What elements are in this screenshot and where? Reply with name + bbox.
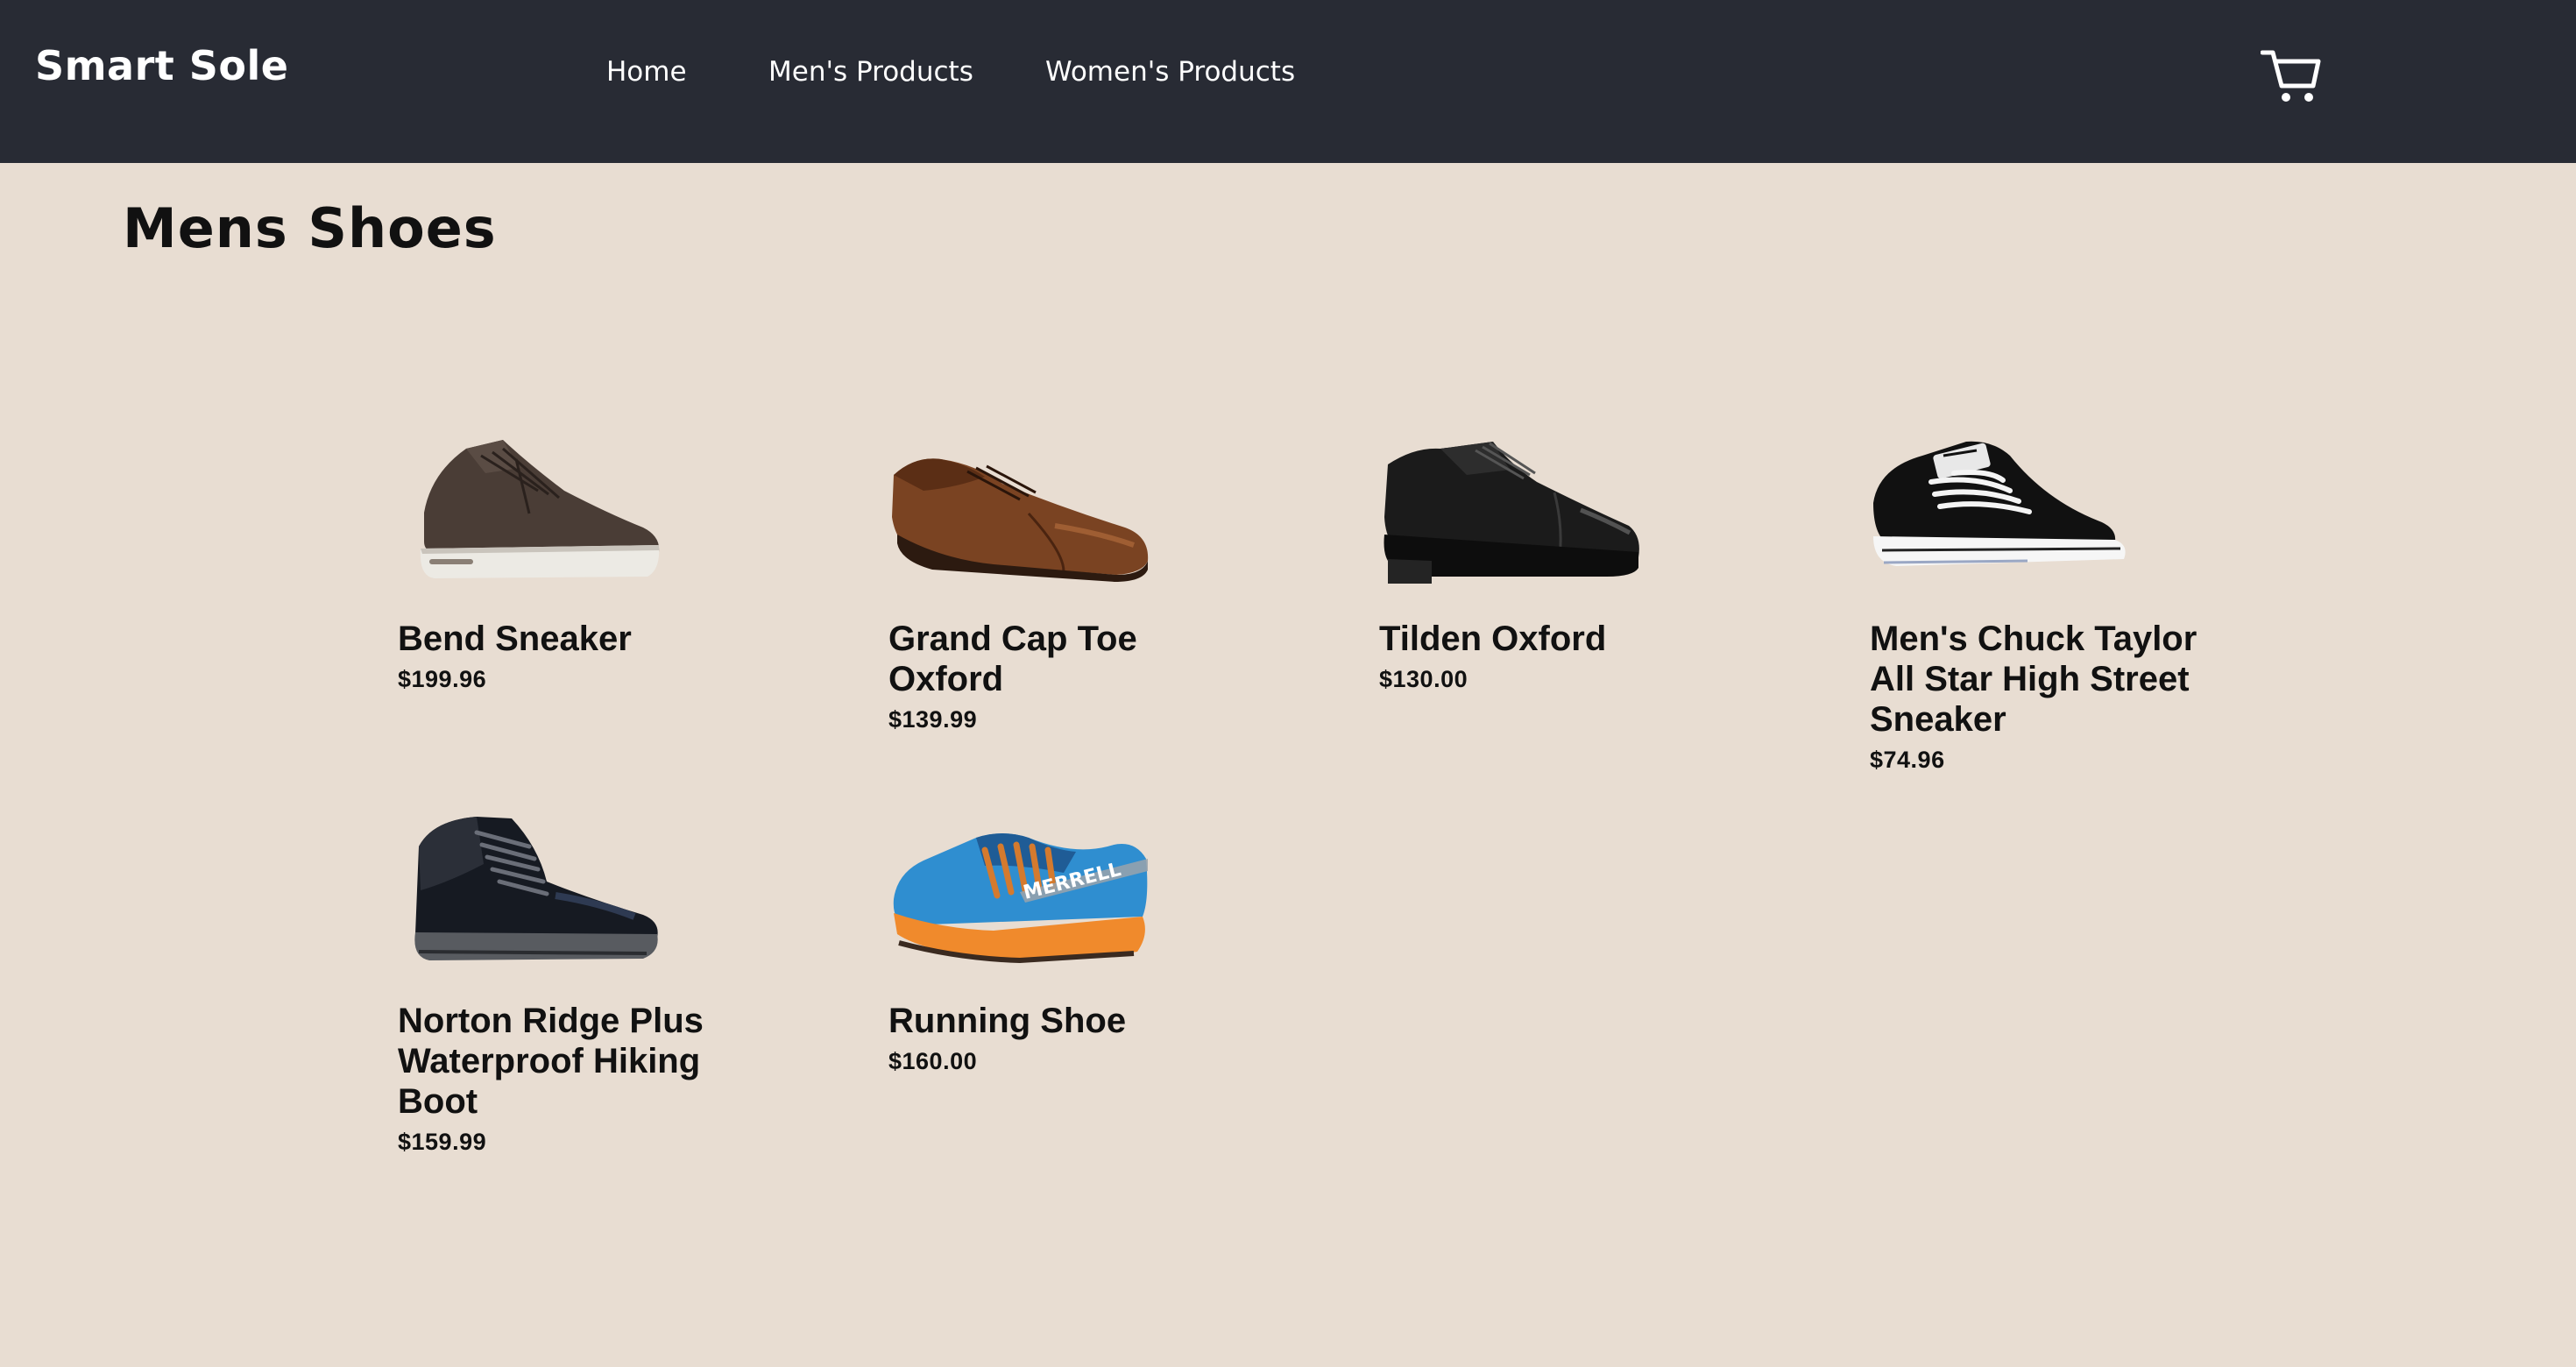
- product-price: $74.96: [1870, 747, 1945, 773]
- product-card[interactable]: MERRELL Running Shoe $160.00: [888, 811, 1239, 1075]
- page-title: Mens Shoes: [123, 196, 497, 260]
- nav-mens-products[interactable]: Men's Products: [768, 56, 973, 88]
- shopping-cart-icon[interactable]: [2261, 47, 2322, 105]
- nav-home[interactable]: Home: [606, 56, 687, 88]
- product-price: $130.00: [1379, 666, 1468, 692]
- product-price: $199.96: [398, 666, 487, 692]
- navbar: Smart Sole Home Men's Products Women's P…: [0, 0, 2576, 163]
- product-name[interactable]: Norton Ridge Plus Waterproof Hiking Boot: [398, 1001, 748, 1122]
- running-shoe-image[interactable]: MERRELL: [888, 811, 1151, 969]
- product-price: $159.99: [398, 1129, 487, 1155]
- product-card[interactable]: Tilden Oxford $130.00: [1379, 429, 1730, 693]
- canvas-sneaker-image[interactable]: [1870, 429, 2133, 587]
- product-card[interactable]: Men's Chuck Taylor All Star High Street …: [1870, 429, 2220, 774]
- product-name[interactable]: Bend Sneaker: [398, 619, 748, 659]
- brown-oxford-image[interactable]: [888, 429, 1151, 587]
- black-oxford-image[interactable]: [1379, 429, 1642, 587]
- product-name[interactable]: Men's Chuck Taylor All Star High Street …: [1870, 619, 2220, 740]
- product-name[interactable]: Grand Cap Toe Oxford: [888, 619, 1239, 699]
- product-card[interactable]: Bend Sneaker $199.96: [398, 429, 748, 693]
- product-price: $139.99: [888, 706, 978, 733]
- hiking-boot-image[interactable]: [398, 811, 661, 969]
- product-card[interactable]: Grand Cap Toe Oxford $139.99: [888, 429, 1239, 733]
- product-name[interactable]: Tilden Oxford: [1379, 619, 1730, 659]
- product-card[interactable]: Norton Ridge Plus Waterproof Hiking Boot…: [398, 811, 748, 1156]
- sneaker-image[interactable]: [398, 429, 661, 587]
- brand-logo[interactable]: Smart Sole: [35, 42, 289, 89]
- product-name[interactable]: Running Shoe: [888, 1001, 1239, 1041]
- nav-womens-products[interactable]: Women's Products: [1045, 56, 1295, 88]
- product-price: $160.00: [888, 1048, 978, 1074]
